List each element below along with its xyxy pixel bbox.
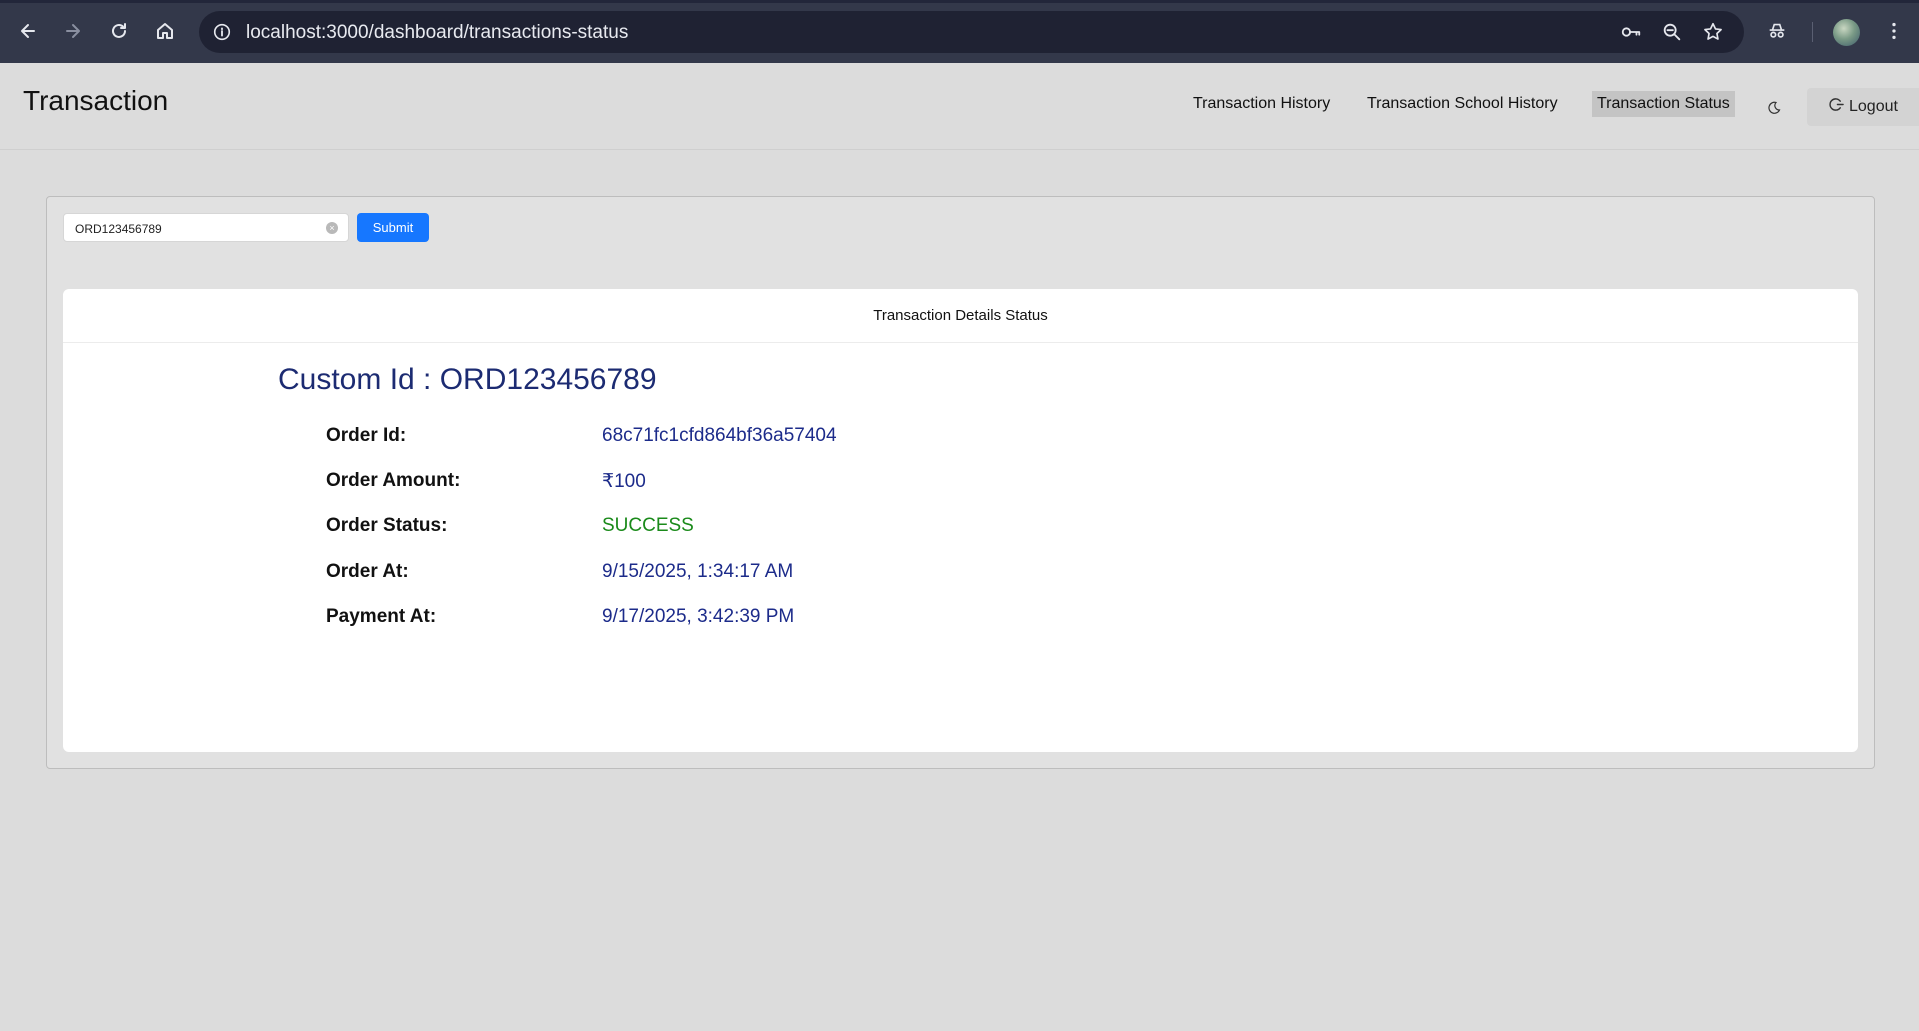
browser-chrome: localhost:3000/dashboard/transactions-st… <box>0 0 1919 63</box>
order-amount-value: ₹100 <box>602 471 646 492</box>
profile-avatar[interactable] <box>1833 19 1860 46</box>
site-info-icon[interactable] <box>211 21 233 43</box>
order-at-label: Order At: <box>326 561 409 582</box>
back-icon[interactable] <box>13 16 43 46</box>
order-id-value: 68c71fc1cfd864bf36a57404 <box>602 425 837 446</box>
forward-icon[interactable] <box>58 16 88 46</box>
nav-transaction-school-history[interactable]: Transaction School History <box>1367 95 1558 113</box>
order-status-label: Order Status: <box>326 515 448 536</box>
app-header: Transaction Transaction History Transact… <box>0 63 1919 150</box>
bookmark-star-icon[interactable] <box>1701 20 1725 44</box>
password-key-icon[interactable] <box>1619 20 1643 44</box>
address-bar[interactable]: localhost:3000/dashboard/transactions-st… <box>199 11 1744 53</box>
details-card-title: Transaction Details Status <box>63 289 1858 343</box>
toolbar-divider <box>1812 22 1813 42</box>
tab-strip <box>0 0 1919 3</box>
menu-kebab-icon[interactable] <box>1879 16 1909 46</box>
order-amount-label: Order Amount: <box>326 470 461 491</box>
order-status-value: SUCCESS <box>602 515 694 536</box>
submit-button[interactable]: Submit <box>357 213 429 242</box>
payment-at-label: Payment At: <box>326 606 437 627</box>
home-icon[interactable] <box>150 16 180 46</box>
custom-id-heading: Custom Id : ORD123456789 <box>278 363 657 396</box>
transaction-status-panel: × Submit Transaction Details Status Cust… <box>46 196 1875 769</box>
app-title: Transaction <box>23 85 169 116</box>
order-id-label: Order Id: <box>326 425 407 446</box>
theme-toggle-moon-icon[interactable] <box>1766 100 1782 116</box>
url-text[interactable]: localhost:3000/dashboard/transactions-st… <box>246 22 628 44</box>
zoom-icon[interactable] <box>1660 20 1684 44</box>
logout-button[interactable]: Logout <box>1807 88 1919 126</box>
nav-transaction-history[interactable]: Transaction History <box>1193 95 1330 113</box>
nav-transaction-status[interactable]: Transaction Status <box>1592 91 1735 117</box>
incognito-icon[interactable] <box>1762 16 1792 46</box>
order-at-value: 9/15/2025, 1:34:17 AM <box>602 561 794 582</box>
reload-icon[interactable] <box>104 16 134 46</box>
custom-id-input[interactable] <box>64 214 327 243</box>
logout-icon <box>1829 97 1844 117</box>
clear-input-icon[interactable]: × <box>326 222 338 234</box>
custom-id-search-field[interactable]: × <box>63 213 349 243</box>
logout-label: Logout <box>1849 98 1898 115</box>
transaction-details-card: Transaction Details Status Custom Id : O… <box>63 289 1858 752</box>
payment-at-value: 9/17/2025, 3:42:39 PM <box>602 606 795 627</box>
